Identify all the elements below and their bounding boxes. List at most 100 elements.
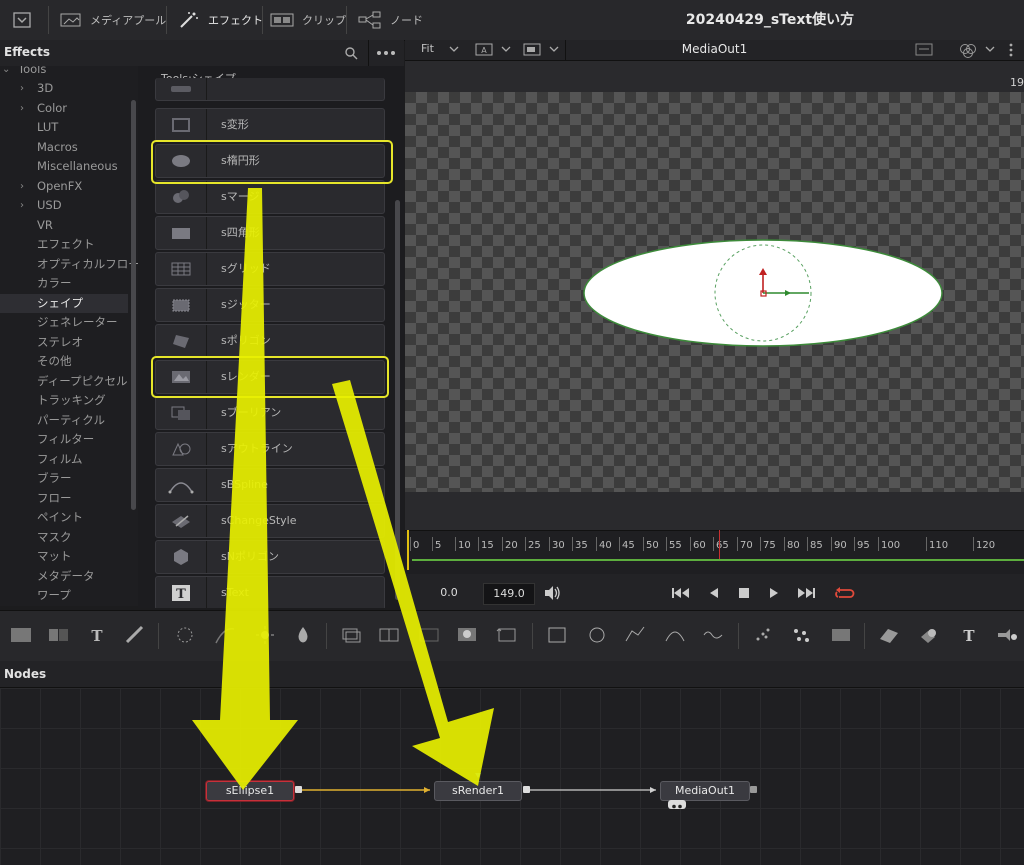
go-to-end-button[interactable] <box>795 582 817 604</box>
tool-item[interactable]: sポリゴン <box>155 324 385 358</box>
channel-booleans-tool-icon[interactable] <box>418 625 440 645</box>
tool-item[interactable]: sグリッド <box>155 252 385 286</box>
tree-item[interactable]: ステレオ <box>0 333 128 352</box>
tree-item[interactable]: Macros <box>0 138 128 157</box>
curves-tool-icon[interactable] <box>214 625 236 645</box>
node-mediaout[interactable]: MediaOut1 <box>660 781 750 801</box>
tree-item[interactable]: マット <box>0 547 128 566</box>
text3d-icon[interactable]: T <box>958 625 980 645</box>
text-tool-icon[interactable]: T <box>86 625 108 645</box>
particles-tool-icon[interactable] <box>174 625 196 645</box>
tree-item[interactable]: ジェネレーター <box>0 313 128 332</box>
media-pool-button[interactable]: メディアプール <box>60 0 166 40</box>
tree-item[interactable]: VR <box>0 216 128 235</box>
tree-item[interactable]: フロー <box>0 489 128 508</box>
tree-item-selected[interactable]: シェイプ <box>0 294 128 313</box>
merge-tool-icon[interactable] <box>340 625 362 645</box>
tool-item[interactable]: sNポリゴン <box>155 540 385 574</box>
nodes-button[interactable]: ノード <box>358 0 423 40</box>
go-to-start-button[interactable] <box>670 582 692 604</box>
tree-item[interactable]: マスク <box>0 528 128 547</box>
tool-item[interactable]: TsText <box>155 576 385 608</box>
play-button[interactable] <box>763 582 785 604</box>
more-options-icon[interactable] <box>1003 43 1019 57</box>
drop-tool-icon[interactable] <box>292 625 314 645</box>
tool-item[interactable]: s四角形 <box>155 216 385 250</box>
node-output-port[interactable] <box>295 786 302 793</box>
particle-emitter-icon[interactable] <box>752 625 774 645</box>
particle-stencil-icon[interactable] <box>830 625 852 645</box>
tree-item[interactable]: › Color <box>0 99 128 118</box>
tree-item[interactable]: Miscellaneous <box>0 157 128 176</box>
global-end-field[interactable]: 149.0 <box>483 583 535 605</box>
tools-scrollbar[interactable] <box>395 200 400 600</box>
tree-item[interactable]: › USD <box>0 196 128 215</box>
chevron-down-icon[interactable] <box>985 45 995 53</box>
transform-tool-icon[interactable] <box>496 625 518 645</box>
shape3d-icon[interactable] <box>878 625 900 645</box>
node-editor[interactable]: sEllipse1 sRender1 MediaOut1 <box>0 688 1024 865</box>
tree-item[interactable]: ディープピクセル <box>0 372 128 391</box>
matte-control-tool-icon[interactable] <box>456 625 478 645</box>
play-reverse-button[interactable] <box>703 582 725 604</box>
tree-item[interactable]: ブラー <box>0 469 128 488</box>
renderer3d-icon[interactable] <box>996 625 1018 645</box>
tool-item[interactable]: sブーリアン <box>155 396 385 430</box>
tree-item[interactable]: フィルター <box>0 430 128 449</box>
overlay-icon[interactable] <box>915 43 933 56</box>
tree-item[interactable]: カラー <box>0 274 128 293</box>
tree-scrollbar[interactable] <box>131 100 136 510</box>
tree-item[interactable]: トラッキング <box>0 391 128 410</box>
bspline-mask-icon[interactable] <box>664 625 686 645</box>
node-srender[interactable]: sRender1 <box>434 781 522 801</box>
node-output-port[interactable] <box>523 786 530 793</box>
clips-button[interactable]: クリップ <box>270 0 346 40</box>
background-tool-icon[interactable] <box>10 625 32 645</box>
tree-item[interactable]: その他 <box>0 352 128 371</box>
tool-item-partial[interactable] <box>155 78 385 101</box>
render-start-marker[interactable] <box>407 530 409 570</box>
particle-render-icon[interactable] <box>790 625 812 645</box>
global-start-field[interactable]: 0.0 <box>415 583 483 603</box>
effects-button[interactable]: エフェクト <box>178 0 263 40</box>
tool-item[interactable]: sマージ <box>155 180 385 214</box>
more-options-icon[interactable] <box>376 50 396 56</box>
viewer-canvas[interactable] <box>405 92 1024 492</box>
tool-item[interactable]: sジッター <box>155 288 385 322</box>
tree-item[interactable]: パーティクル <box>0 411 128 430</box>
paint-tool-icon[interactable] <box>124 625 146 645</box>
tool-item[interactable]: sアウトライン <box>155 432 385 466</box>
viewer-indicator[interactable] <box>668 800 686 809</box>
layout-toggle-button[interactable] <box>12 0 32 40</box>
time-ruler[interactable]: 0 5 10 15 20 25 30 35 40 45 50 55 60 65 … <box>405 530 1024 575</box>
dissolve-tool-icon[interactable] <box>378 625 400 645</box>
loop-button[interactable] <box>833 582 855 604</box>
loader-tool-icon[interactable] <box>48 625 70 645</box>
tool-item[interactable]: sChangeStyle <box>155 504 385 538</box>
tree-item[interactable]: ワープ <box>0 586 128 605</box>
tree-item[interactable]: › OpenFX <box>0 177 128 196</box>
tree-item[interactable]: › 3D <box>0 79 128 98</box>
tree-item[interactable]: メタデータ <box>0 567 128 586</box>
tool-item[interactable]: sBSpline <box>155 468 385 502</box>
stop-button[interactable] <box>733 582 755 604</box>
color-channels-icon[interactable] <box>959 42 977 58</box>
brightness-tool-icon[interactable] <box>254 625 276 645</box>
merge3d-icon[interactable] <box>918 625 940 645</box>
tree-item[interactable]: フィルム <box>0 450 128 469</box>
paint-mask-icon[interactable] <box>702 625 724 645</box>
tree-item[interactable]: ペイント <box>0 508 128 527</box>
polygon-mask-icon[interactable] <box>624 625 646 645</box>
rectangle-mask-icon[interactable] <box>546 625 568 645</box>
node-output-port[interactable] <box>750 786 757 793</box>
tree-item[interactable]: オプティカルフロー <box>0 255 138 274</box>
node-sellipse[interactable]: sEllipse1 <box>206 781 294 801</box>
search-icon[interactable] <box>344 46 358 60</box>
render-input-port[interactable] <box>475 773 481 778</box>
tree-item[interactable]: エフェクト <box>0 235 128 254</box>
tree-item[interactable]: ⌄ Tools <box>0 66 128 79</box>
tool-item[interactable]: s変形 <box>155 108 385 142</box>
playhead[interactable] <box>719 530 720 560</box>
audio-button[interactable] <box>541 582 563 604</box>
tree-item[interactable]: LUT <box>0 118 128 137</box>
